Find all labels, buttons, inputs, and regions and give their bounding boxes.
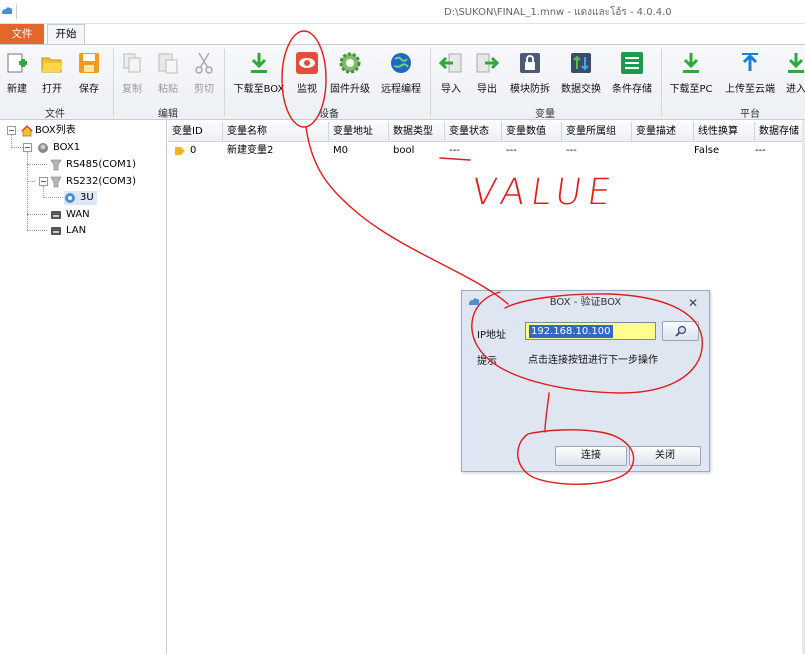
eye-icon: [296, 52, 318, 74]
copy-button[interactable]: 复制: [118, 51, 146, 95]
column-header-variable-description[interactable]: 变量描述: [632, 122, 694, 142]
group-label-edit: 编辑: [158, 109, 178, 120]
group-label-variable: 变量: [535, 109, 555, 120]
box-tree-panel: − BOX列表 − BOX1 RS485(COM1) − RS232(COM3)…: [0, 120, 167, 654]
connect-button[interactable]: 连接: [555, 446, 627, 466]
search-icon: [675, 325, 687, 337]
tab-file[interactable]: 文件: [0, 24, 44, 45]
tree-expander-box1[interactable]: −: [23, 143, 32, 152]
new-button[interactable]: 新建: [3, 51, 31, 95]
hint-label: 提示: [477, 356, 497, 367]
column-header-variable-address[interactable]: 变量地址: [329, 122, 389, 142]
cell-linear-conversion: False: [694, 145, 720, 156]
box-device-icon: [38, 143, 48, 153]
enter-icon: [788, 53, 804, 73]
column-header-data-storage[interactable]: 数据存储: [755, 122, 805, 142]
module-tamper-button[interactable]: 模块防拆: [508, 51, 552, 95]
cut-button[interactable]: 剪切: [190, 51, 218, 95]
globe-icon: [391, 53, 411, 73]
cell-variable-address: M0: [333, 145, 348, 156]
cell-data-type: bool: [393, 145, 415, 156]
column-header-variable-id[interactable]: 变量ID: [168, 122, 223, 142]
import-icon: [439, 53, 462, 73]
column-header-data-type[interactable]: 数据类型: [389, 122, 445, 142]
table-row[interactable]: 0 新建变量2 M0 bool --- --- --- False ---: [168, 143, 805, 159]
monitor-button[interactable]: 监视: [293, 51, 321, 95]
cell-variable-name: 新建变量2: [227, 145, 274, 156]
ribbon-tabs: 文件 开始: [0, 24, 805, 46]
search-button[interactable]: [662, 321, 699, 341]
column-header-variable-name[interactable]: 变量名称: [223, 122, 329, 142]
new-icon: [7, 53, 27, 73]
download-icon: [683, 53, 699, 73]
data-exchange-button[interactable]: 数据交换: [558, 51, 604, 95]
cell-variable-group: ---: [566, 145, 577, 156]
dialog-title: BOX - 验证BOX: [549, 297, 622, 308]
export-icon: [476, 53, 499, 73]
download-icon: [251, 53, 267, 73]
firmware-upgrade-button[interactable]: 固件升级: [328, 51, 372, 95]
plc-device-icon: [65, 193, 75, 203]
cell-data-storage: ---: [755, 145, 766, 156]
ip-address-label: IP地址: [477, 330, 506, 341]
ip-address-value: 192.168.10.100: [529, 325, 613, 338]
lock-icon: [520, 53, 540, 73]
variable-tag-icon: [175, 147, 185, 155]
open-button[interactable]: 打开: [38, 51, 66, 95]
paste-button[interactable]: 粘贴: [154, 51, 182, 95]
column-header-linear-conversion[interactable]: 线性换算: [694, 122, 755, 142]
tree-expander-root[interactable]: −: [7, 126, 16, 135]
cell-variable-description: [632, 143, 636, 159]
group-label-device: 设备: [319, 109, 339, 120]
list-icon: [621, 52, 643, 74]
exchange-icon: [571, 53, 591, 73]
upload-icon: [742, 53, 758, 71]
save-icon: [79, 53, 99, 73]
network-icon: [51, 227, 61, 235]
close-icon[interactable]: ✕: [686, 296, 700, 310]
download-to-pc-button[interactable]: 下载至PC: [666, 51, 716, 95]
gear-icon: [339, 52, 361, 74]
app-icon: [2, 7, 13, 14]
table-header: 变量ID 变量名称 变量地址 数据类型 变量状态 变量数值 变量所属组 变量描述…: [168, 122, 805, 142]
tab-start[interactable]: 开始: [47, 24, 85, 46]
hint-text: 点击连接按钮进行下一步操作: [528, 355, 658, 366]
house-icon: [21, 125, 33, 137]
cell-variable-status: ---: [449, 145, 460, 156]
group-label-platform: 平台: [740, 109, 760, 120]
cell-variable-value: ---: [506, 145, 517, 156]
column-header-variable-value[interactable]: 变量数值: [502, 122, 562, 142]
import-button[interactable]: 导入: [437, 51, 465, 95]
verify-box-dialog: BOX - 验证BOX ✕ IP地址 192.168.10.100 提示 点击连…: [461, 290, 710, 472]
cut-icon: [195, 52, 213, 74]
tree-expander-rs232[interactable]: −: [39, 177, 48, 186]
paste-icon: [158, 53, 178, 74]
value-annotation: VALUE: [469, 172, 620, 213]
enter-button[interactable]: 进入: [782, 51, 805, 95]
upload-to-cloud-button[interactable]: 上传至云端: [722, 51, 778, 95]
port-icon: [50, 176, 62, 188]
window-title: D:\SUKON\FINAL_1.mnw - แดงและโอ้ร - 4.0.…: [444, 7, 672, 18]
group-label-file: 文件: [45, 109, 65, 120]
close-button[interactable]: 关闭: [629, 446, 701, 466]
ribbon-toolbar: 新建 打开 保存 文件 复制 粘贴 剪切 编辑 下载至BOX 监视 固件升级 远…: [0, 44, 805, 120]
column-header-variable-group[interactable]: 变量所属组: [562, 122, 632, 142]
copy-icon: [123, 53, 141, 73]
download-to-box-button[interactable]: 下载至BOX: [230, 51, 288, 95]
tree-item-3u[interactable]: 3U: [64, 191, 97, 205]
cell-variable-id: 0: [190, 145, 197, 156]
conditional-storage-button[interactable]: 条件存储: [609, 51, 655, 95]
title-bar: D:\SUKON\FINAL_1.mnw - แดงและโอ้ร - 4.0.…: [0, 0, 805, 24]
column-header-variable-status[interactable]: 变量状态: [445, 122, 502, 142]
save-button[interactable]: 保存: [75, 51, 103, 95]
network-icon: [51, 211, 61, 219]
port-icon: [50, 159, 62, 171]
open-folder-icon: [41, 57, 63, 73]
remote-programming-button[interactable]: 远程编程: [378, 51, 424, 95]
ip-address-input[interactable]: 192.168.10.100: [525, 322, 656, 340]
export-button[interactable]: 导出: [473, 51, 501, 95]
